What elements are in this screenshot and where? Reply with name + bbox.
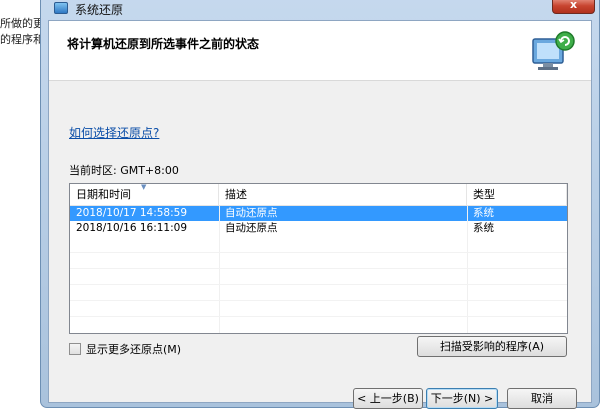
restore-computer-icon — [532, 31, 575, 70]
show-more-label: 显示更多还原点(M) — [86, 343, 182, 356]
list-item[interactable]: 2018/10/17 14:58:59 自动还原点 系统 — [70, 206, 567, 221]
column-header-description[interactable]: 描述 — [219, 184, 467, 205]
grid-divider — [70, 300, 567, 301]
restore-point-description: 自动还原点 — [225, 207, 278, 219]
restore-point-type: 系统 — [473, 222, 494, 234]
show-more-restore-points[interactable]: 显示更多还原点(M) — [69, 341, 181, 357]
grid-divider — [219, 206, 220, 333]
cancel-button[interactable]: 取消 — [507, 388, 577, 409]
list-item[interactable]: 2018/10/16 16:11:09 自动还原点 系统 — [70, 221, 567, 236]
page-title: 将计算机还原到所选事件之前的状态 — [67, 37, 260, 51]
back-button[interactable]: < 上一步(B) — [353, 388, 423, 409]
dialog-header: 将计算机还原到所选事件之前的状态 — [49, 21, 591, 81]
grid-divider — [70, 252, 567, 253]
restore-point-type: 系统 — [473, 207, 494, 219]
current-timezone-label: 当前时区: GMT+8:00 — [69, 164, 179, 177]
system-restore-icon — [54, 2, 68, 14]
background-text-line-1: 所做的更 — [0, 17, 44, 30]
restore-points-list[interactable]: 日期和时间 描述 类型 ▼ 2018/10/17 14:58:59 自动还原点 … — [69, 183, 568, 334]
restore-point-date: 2018/10/16 16:11:09 — [76, 222, 188, 234]
window-title: 系统还原 — [75, 3, 124, 17]
restore-point-date: 2018/10/17 14:58:59 — [76, 207, 188, 219]
system-restore-window: 系统还原 x 将计算机还原到所选事件之前的状态 如何选择还原点? 当前时区: G… — [40, 0, 600, 409]
list-header: 日期和时间 描述 类型 ▼ — [70, 184, 567, 206]
column-header-type[interactable]: 类型 — [467, 184, 567, 205]
scan-affected-programs-button[interactable]: 扫描受影响的程序(A) — [417, 336, 567, 357]
grid-divider — [70, 284, 567, 285]
grid-divider — [467, 206, 468, 333]
sort-down-icon: ▼ — [141, 183, 147, 191]
grid-divider — [70, 316, 567, 317]
show-more-checkbox[interactable] — [69, 343, 81, 355]
background-text-line-2: 的程序和 — [0, 33, 44, 46]
grid-divider — [70, 268, 567, 269]
dialog-client-area: 将计算机还原到所选事件之前的状态 如何选择还原点? 当前时区: GMT+8:00… — [48, 20, 592, 409]
close-button[interactable]: x — [552, 0, 595, 14]
how-to-choose-restore-point-link[interactable]: 如何选择还原点? — [69, 124, 159, 141]
restore-point-description: 自动还原点 — [225, 222, 278, 234]
next-button[interactable]: 下一步(N) > — [426, 388, 498, 409]
